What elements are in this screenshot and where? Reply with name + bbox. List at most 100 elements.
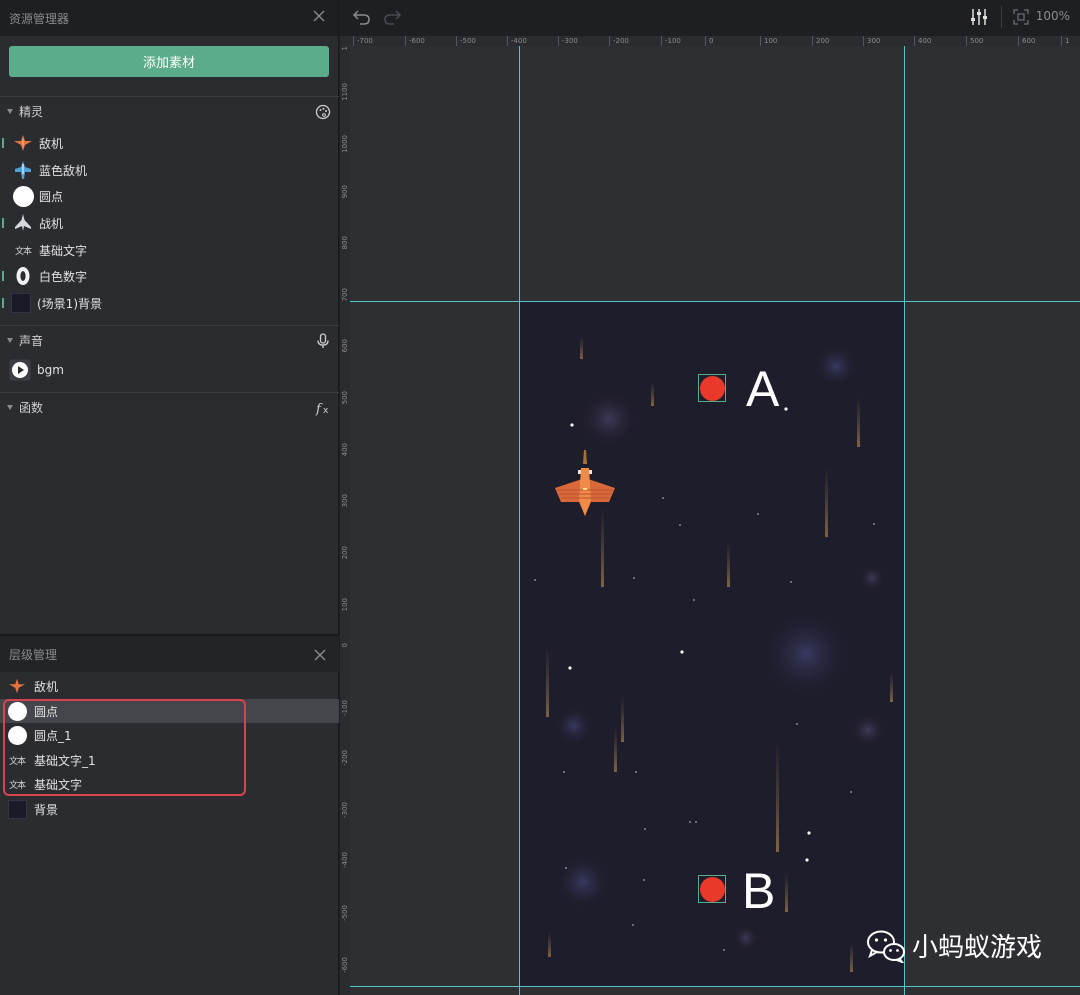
ruler-tick [405,36,406,46]
meteor-trail [727,542,730,587]
ruler-tick [353,36,354,46]
close-icon[interactable] [312,9,326,23]
play-icon[interactable] [9,359,31,381]
section-function[interactable]: 函数 fx [0,392,339,422]
layer-label: 背景 [34,802,59,817]
star [723,949,725,951]
section-sprites-label: 精灵 [19,105,44,119]
zoom-level[interactable]: 100% [1036,9,1070,23]
ruler-tick-label: 800 [341,236,349,250]
sprite-item-scene-background[interactable]: (场景1)背景 [0,290,339,316]
guide-line-top[interactable] [350,301,1080,302]
ruler-tick [705,36,706,46]
star [850,791,852,793]
ruler-tick-label: 300 [867,37,881,45]
sprite-label: 圆点 [39,189,64,204]
palette-icon[interactable] [315,104,331,120]
redo-icon[interactable] [382,8,402,26]
ruler-tick-label: 700 [341,288,349,302]
microphone-icon[interactable] [315,333,331,349]
highlight-annotation-box [3,699,246,796]
sprite-label: 白色数字 [39,269,88,284]
sprite-label: 基础文字 [39,243,88,258]
ruler-tick-label: -400 [341,852,349,868]
game-scene[interactable]: A B [520,302,905,986]
dot-a-selection[interactable] [698,374,726,402]
layer-item[interactable]: 背景 [0,797,339,821]
ruler-tick-label: -300 [341,802,349,818]
meteor-trail [850,942,853,972]
star [570,423,574,427]
ruler-tick-label: -100 [665,37,681,45]
nebula-group [556,346,884,950]
ruler-tick [760,36,761,46]
star [689,821,691,823]
close-icon[interactable] [313,648,327,662]
sprite-item-enemy[interactable]: 敌机 [0,130,339,156]
layer-item[interactable]: 敌机 [0,674,339,698]
star [807,831,811,835]
red-dot-a[interactable] [699,375,725,401]
layers-panel-header: 层级管理 [0,634,339,672]
collapse-triangle-icon[interactable] [7,109,13,114]
nebula-blob [556,708,592,744]
sprite-item-basic-text[interactable]: 文本 基础文字 [0,237,339,263]
star [563,771,565,773]
star [632,924,634,926]
ruler-tick-label: -700 [357,37,373,45]
used-marker [2,138,4,148]
enemy-plane-sprite[interactable] [553,450,617,520]
ruler-tick-label: 0 [341,643,349,648]
star [635,771,637,773]
nebula-blob [860,566,884,590]
collapse-triangle-icon[interactable] [7,338,13,343]
sprite-item-white-number[interactable]: 白色数字 [0,263,339,289]
blue-plane-icon [12,159,34,181]
red-dot-b[interactable] [699,876,725,902]
sprite-item-blue-enemy[interactable]: 蓝色敌机 [0,157,339,183]
ruler-tick-label: 400 [918,37,932,45]
label-b-text[interactable]: B [742,862,775,920]
guide-line-bottom[interactable] [350,986,1080,987]
background-thumbnail-icon [10,292,32,314]
star [644,828,646,830]
dot-b-selection[interactable] [698,875,726,903]
ruler-tick-label: -100 [341,700,349,716]
add-asset-button[interactable]: 添加素材 [9,46,329,77]
ruler-tick-label: 200 [816,37,830,45]
meteor-trail [857,397,860,447]
guide-line-left[interactable] [519,46,520,995]
layer-label: 敌机 [34,679,59,694]
ruler-tick-label: -500 [341,905,349,921]
section-sound-label: 声音 [19,334,44,348]
function-fx-icon[interactable]: fx [315,400,331,416]
ruler-tick-label: -400 [511,37,527,45]
sprite-item-dot[interactable]: 圆点 [0,183,339,209]
ruler-tick-label: 300 [341,494,349,508]
ruler-tick-label: 1 [341,46,349,51]
ruler-tick-label: -300 [562,37,578,45]
label-a-text[interactable]: A [746,360,779,418]
section-sprites[interactable]: 精灵 [0,96,339,126]
ruler-tick-label: 0 [709,37,714,45]
adjust-sliders-icon[interactable] [970,7,988,27]
sound-item-bgm[interactable]: bgm [0,357,339,383]
sprite-item-fighter[interactable]: 战机 [0,210,339,236]
fit-screen-icon[interactable] [1013,9,1029,25]
collapse-triangle-icon[interactable] [7,405,13,410]
ruler-tick-label: 500 [970,37,984,45]
undo-icon[interactable] [352,8,372,26]
guide-line-right[interactable] [904,46,905,995]
sprite-label: (场景1)背景 [37,296,102,311]
star [873,523,875,525]
star [568,666,572,670]
ruler-tick [914,36,915,46]
ruler-tick [558,36,559,46]
ruler-tick-label: -200 [613,37,629,45]
ruler-tick [507,36,508,46]
sprite-label: 蓝色敌机 [39,163,88,178]
wechat-icon [867,930,905,963]
section-sound[interactable]: 声音 [0,325,339,355]
nebula-blob [557,856,609,908]
ruler-tick-label: 100 [764,37,778,45]
